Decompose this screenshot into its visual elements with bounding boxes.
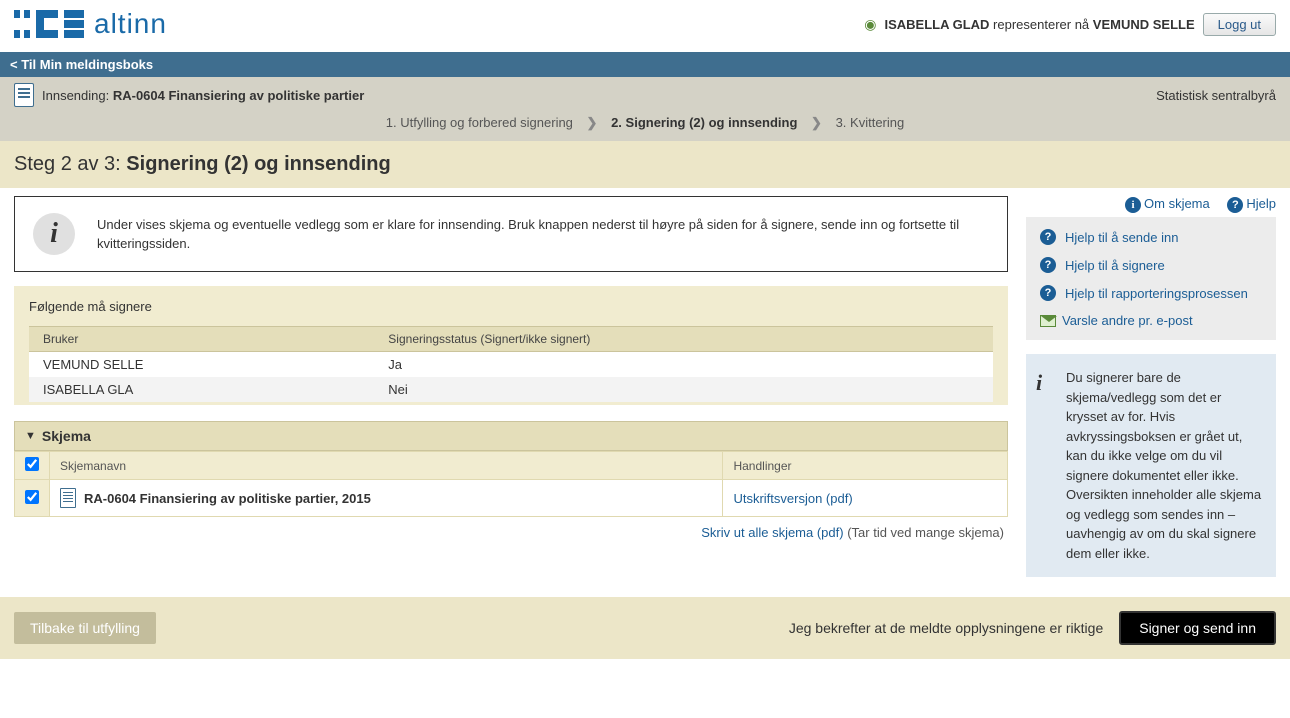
notify-others-link[interactable]: Varsle andre pr. e-post [1040, 313, 1262, 328]
header: altinn ◉ ISABELLA GLAD representerer nå … [0, 0, 1290, 52]
caret-down-icon: ▼ [25, 430, 36, 442]
info-box: i Under vises skjema og eventuelle vedle… [14, 196, 1008, 272]
document-icon [60, 488, 76, 508]
row-checkbox[interactable] [25, 490, 39, 504]
step-3: 3. Kvittering [836, 115, 905, 130]
confirm-text: Jeg bekrefter at de meldte opplysningene… [789, 620, 1103, 636]
document-icon [14, 83, 34, 107]
col-actions: Handlinger [723, 452, 1008, 480]
sign-and-send-button[interactable]: Signer og send inn [1119, 611, 1276, 645]
user-text: ISABELLA GLAD representerer nå VEMUND SE… [884, 17, 1194, 32]
info-icon: i [33, 213, 75, 255]
main-column: i Under vises skjema og eventuelle vedle… [14, 196, 1008, 560]
question-icon: ? [1040, 257, 1056, 273]
print-all-row: Skriv ut alle skjema (pdf) (Tar tid ved … [14, 517, 1008, 560]
col-select-all [15, 452, 50, 480]
user-area: ◉ ISABELLA GLAD representerer nå VEMUND … [864, 13, 1276, 36]
info-icon: i [1125, 197, 1141, 213]
print-hint: (Tar tid ved mange skjema) [844, 525, 1004, 540]
print-all-link[interactable]: Skriv ut alle skjema (pdf) [701, 525, 843, 540]
col-form-name: Skjemanavn [50, 452, 723, 480]
col-status: Signeringsstatus (Signert/ikke signert) [374, 327, 993, 352]
mail-icon [1040, 315, 1056, 327]
help-links-box: ?Hjelp til å sende inn ?Hjelp til å sign… [1026, 217, 1276, 340]
step-2: 2. Signering (2) og innsending [611, 115, 797, 130]
footer-bar: Tilbake til utfylling Jeg bekrefter at d… [0, 597, 1290, 659]
col-user: Bruker [29, 327, 374, 352]
altinn-logo-icon [14, 10, 84, 38]
signers-title: Følgende må signere [29, 299, 993, 314]
forms-table: Skjemanavn Handlinger RA-0604 Finansieri… [14, 451, 1008, 517]
question-icon: ? [1040, 229, 1056, 245]
question-icon: ? [1040, 285, 1056, 301]
about-form-link[interactable]: iOm skjema [1125, 196, 1210, 211]
step-heading: Steg 2 av 3: Signering (2) og innsending [0, 141, 1290, 188]
context-bar: Innsending: RA-0604 Finansiering av poli… [0, 77, 1290, 141]
chevron-right-icon: ❯ [587, 115, 598, 130]
brand-text: altinn [94, 8, 167, 40]
user-icon: ◉ [864, 16, 876, 33]
navbar: < Til Min meldingsboks [0, 52, 1290, 77]
table-row: RA-0604 Finansiering av politiske partie… [15, 480, 1008, 517]
signers-table: Bruker Signeringsstatus (Signert/ikke si… [29, 326, 993, 402]
brand[interactable]: altinn [14, 8, 167, 40]
table-row: VEMUND SELLE Ja [29, 352, 993, 378]
select-all-checkbox[interactable] [25, 457, 39, 471]
help-sign-link[interactable]: ?Hjelp til å signere [1040, 257, 1262, 273]
question-icon: ? [1227, 197, 1243, 213]
step-indicator: 1. Utfylling og forbered signering ❯ 2. … [14, 107, 1276, 131]
step-1: 1. Utfylling og forbered signering [386, 115, 573, 130]
help-send-link[interactable]: ?Hjelp til å sende inn [1040, 229, 1262, 245]
info-text: Under vises skjema og eventuelle vedlegg… [97, 215, 989, 254]
back-to-fill-button[interactable]: Tilbake til utfylling [14, 612, 156, 644]
print-version-link[interactable]: Utskriftsversjon (pdf) [733, 491, 852, 506]
side-column: iOm skjema ?Hjelp ?Hjelp til å sende inn… [1026, 196, 1276, 577]
side-info-box: i Du signerer bare de skjema/vedlegg som… [1026, 354, 1276, 577]
forms-section-header[interactable]: ▼ Skjema [14, 421, 1008, 451]
submission-title: Innsending: RA-0604 Finansiering av poli… [42, 88, 364, 103]
logout-button[interactable]: Logg ut [1203, 13, 1276, 36]
top-help-links: iOm skjema ?Hjelp [1026, 196, 1276, 213]
organisation-name: Statistisk sentralbyrå [1156, 88, 1276, 103]
help-link[interactable]: ?Hjelp [1227, 196, 1276, 211]
side-info-text: Du signerer bare de skjema/vedlegg som d… [1066, 370, 1261, 561]
help-reporting-link[interactable]: ?Hjelp til rapporteringsprosessen [1040, 285, 1262, 301]
chevron-right-icon: ❯ [811, 115, 822, 130]
info-icon: i [1036, 366, 1042, 399]
back-to-inbox-link[interactable]: < Til Min meldingsboks [10, 57, 153, 72]
form-name: RA-0604 Finansiering av politiske partie… [84, 491, 371, 506]
signers-panel: Følgende må signere Bruker Signeringssta… [14, 286, 1008, 405]
table-row: ISABELLA GLA Nei [29, 377, 993, 402]
